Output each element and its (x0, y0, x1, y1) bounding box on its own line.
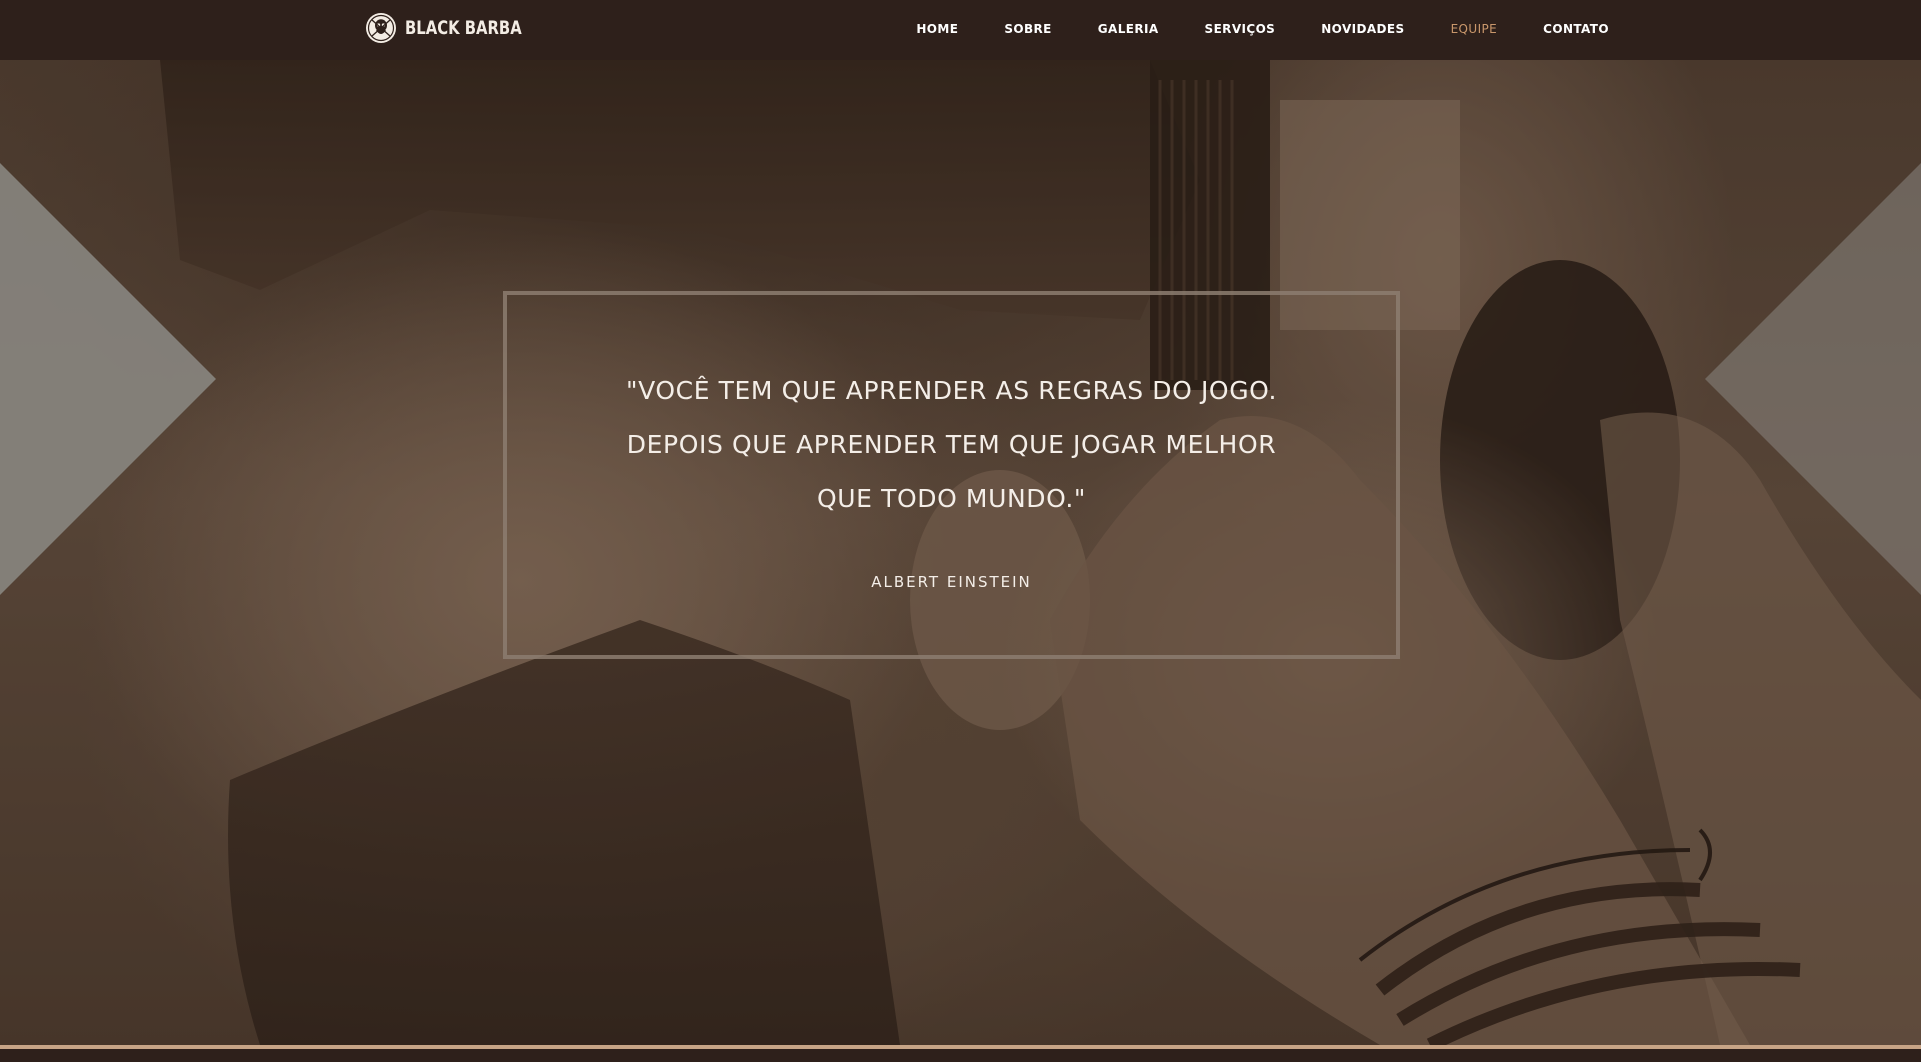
quote-text: "VOCÊ TEM QUE APRENDER AS REGRAS DO JOGO… (507, 364, 1396, 526)
barber-skull-emblem-icon (366, 13, 396, 43)
nav-link-sobre[interactable]: SOBRE (1004, 16, 1051, 42)
nav-link-contato[interactable]: CONTATO (1543, 16, 1609, 42)
quote-line: "VOCÊ TEM QUE APRENDER AS REGRAS DO JOGO… (626, 376, 1277, 405)
next-section-edge (0, 1049, 1921, 1062)
nav-item-novidades: NOVIDADES (1321, 16, 1404, 42)
quote-author: ALBERT EINSTEIN (871, 573, 1032, 591)
nav-link-servicos[interactable]: SERVIÇOS (1205, 16, 1276, 42)
nav-item-sobre: SOBRE (1004, 16, 1051, 42)
nav-item-contato: CONTATO (1543, 16, 1609, 42)
quote-line: DEPOIS QUE APRENDER TEM QUE JOGAR MELHOR (626, 430, 1277, 459)
hero-section: "VOCÊ TEM QUE APRENDER AS REGRAS DO JOGO… (0, 60, 1921, 1045)
left-triangle-decoration (0, 163, 216, 595)
top-navbar: BLACK BARBA HOME SOBRE GALERIA SERVIÇOS … (0, 0, 1921, 60)
nav-link-novidades[interactable]: NOVIDADES (1321, 16, 1404, 42)
main-nav: HOME SOBRE GALERIA SERVIÇOS NOVIDADES EQ… (916, 0, 1609, 58)
nav-link-equipe[interactable]: EQUIPE (1451, 16, 1498, 42)
quote-box: "VOCÊ TEM QUE APRENDER AS REGRAS DO JOGO… (503, 291, 1400, 659)
nav-item-servicos: SERVIÇOS (1205, 16, 1276, 42)
quote-line: QUE TODO MUNDO." (816, 484, 1087, 513)
brand-name: BLACK BARBA (405, 17, 522, 39)
nav-item-home: HOME (916, 16, 958, 42)
nav-item-galeria: GALERIA (1098, 16, 1159, 42)
brand-logo-link[interactable]: BLACK BARBA (365, 11, 555, 45)
nav-link-home[interactable]: HOME (916, 16, 958, 42)
nav-item-equipe: EQUIPE (1451, 16, 1498, 42)
nav-link-galeria[interactable]: GALERIA (1098, 16, 1159, 42)
right-triangle-decoration (1705, 163, 1921, 595)
